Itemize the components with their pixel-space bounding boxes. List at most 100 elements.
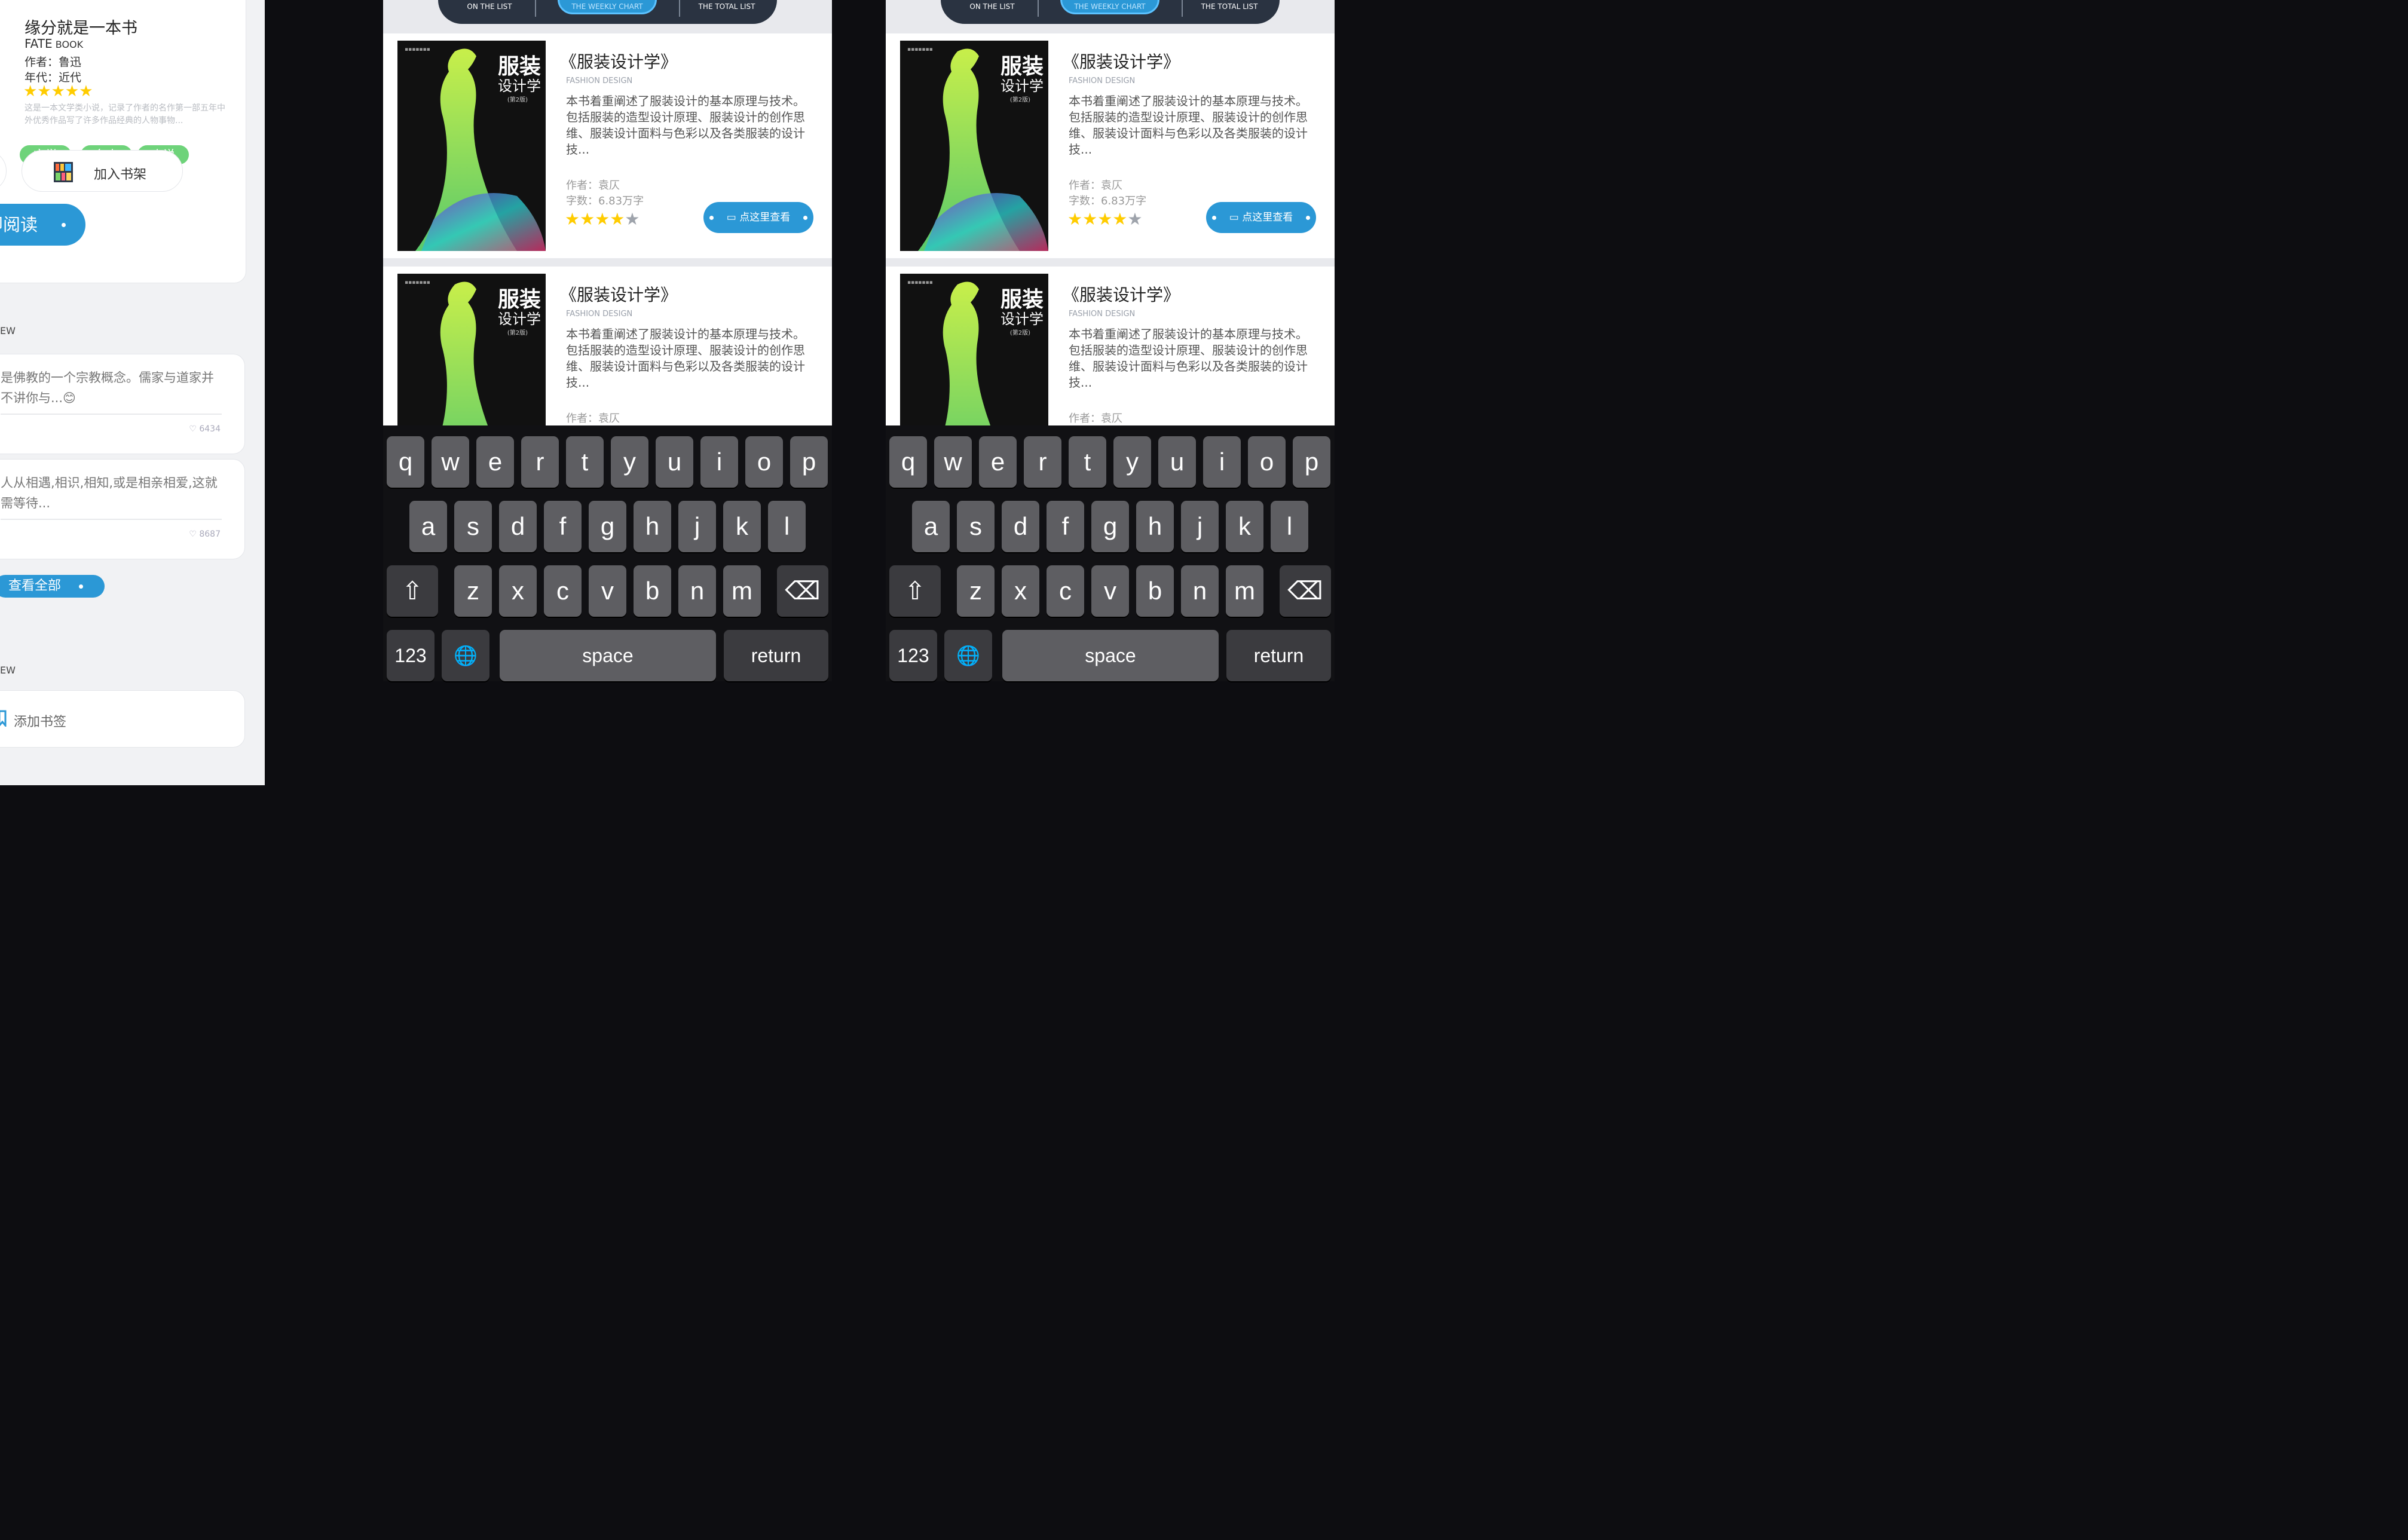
space-key[interactable]: space bbox=[1002, 630, 1219, 681]
review-text: 人从相遇,相识,相知,或是相亲相爱,这就需等待... bbox=[1, 476, 218, 510]
review-card-1[interactable]: 是佛教的一个宗教概念。儒家与道家并不讲你与...😊 ♡ 6434 bbox=[0, 354, 245, 454]
key-y[interactable]: y bbox=[611, 436, 648, 488]
tab-on-the-list[interactable]: ON THE LIST bbox=[950, 2, 1034, 11]
view-here-label: 点这里查看 bbox=[1242, 212, 1293, 224]
key-s[interactable]: s bbox=[957, 501, 995, 552]
globe-key[interactable]: 🌐 bbox=[944, 630, 992, 681]
key-n[interactable]: n bbox=[678, 565, 716, 617]
book-list-item[interactable]: ▪▪▪▪▪▪▪ 服装 设计学 (第2版) 《服装设计学》 FASHION DES… bbox=[383, 33, 832, 261]
read-now-button[interactable]: 立即阅读 bbox=[0, 204, 85, 246]
add-to-shelf-button[interactable]: 加入书架 bbox=[22, 150, 183, 192]
secondary-button-partial[interactable] bbox=[0, 150, 7, 192]
key-d[interactable]: d bbox=[1002, 501, 1039, 552]
key-h[interactable]: h bbox=[634, 501, 671, 552]
key-t[interactable]: t bbox=[566, 436, 604, 488]
key-o[interactable]: o bbox=[1248, 436, 1286, 488]
key-c[interactable]: c bbox=[1047, 565, 1084, 617]
review-divider bbox=[1, 414, 222, 415]
key-x[interactable]: x bbox=[1002, 565, 1039, 617]
keyboard-2: q w e r t y u i o p a s d f g h j k l ⇧ … bbox=[886, 425, 1335, 681]
book-description: 本书着重阐述了服装设计的基本原理与技术。包括服装的造型设计原理、服装设计的创作思… bbox=[1069, 94, 1308, 157]
key-w[interactable]: w bbox=[432, 436, 469, 488]
review-likes[interactable]: ♡ 8687 bbox=[189, 529, 221, 539]
book-cover: ▪▪▪▪▪▪▪ 服装 设计学 (第2版) bbox=[900, 41, 1048, 251]
chart-tabs: ON THE LIST THE WEEKLY CHART THE TOTAL L… bbox=[941, 0, 1280, 24]
key-p[interactable]: p bbox=[1293, 436, 1330, 488]
review-card-2[interactable]: 人从相遇,相识,相知,或是相亲相爱,这就需等待... ♡ 8687 bbox=[0, 459, 245, 559]
book-subtitle: FASHION DESIGN bbox=[1069, 310, 1136, 319]
book-title: 缘分就是一本书 bbox=[25, 19, 137, 38]
view-here-button[interactable]: ▭ 点这里查看 bbox=[1206, 202, 1316, 233]
shift-key[interactable]: ⇧ bbox=[889, 565, 941, 617]
globe-key[interactable]: 🌐 bbox=[442, 630, 489, 681]
key-k[interactable]: k bbox=[723, 501, 761, 552]
tab-total-list[interactable]: THE TOTAL LIST bbox=[1188, 2, 1271, 11]
key-s[interactable]: s bbox=[454, 501, 492, 552]
button-dot-right bbox=[803, 216, 807, 220]
tab-on-the-list[interactable]: ON THE LIST bbox=[448, 2, 531, 11]
key-v[interactable]: v bbox=[589, 565, 626, 617]
book-list-item[interactable]: ▪▪▪▪▪▪▪ 服装 设计学 (第2版) 《服装设计学》 FASHION DES… bbox=[886, 33, 1335, 261]
key-n[interactable]: n bbox=[1181, 565, 1219, 617]
view-here-button[interactable]: ▭ 点这里查看 bbox=[703, 202, 813, 233]
key-l[interactable]: l bbox=[1271, 501, 1308, 552]
key-g[interactable]: g bbox=[1091, 501, 1129, 552]
key-a[interactable]: a bbox=[912, 501, 950, 552]
book-subtitle: FASHION DESIGN bbox=[566, 310, 633, 319]
view-here-label: 点这里查看 bbox=[739, 212, 791, 224]
key-o[interactable]: o bbox=[745, 436, 783, 488]
key-y[interactable]: y bbox=[1113, 436, 1151, 488]
tab-total-list[interactable]: THE TOTAL LIST bbox=[685, 2, 769, 11]
key-p[interactable]: p bbox=[790, 436, 828, 488]
key-b[interactable]: b bbox=[1136, 565, 1174, 617]
book-author: 作者：袁仄 bbox=[566, 412, 620, 425]
key-f[interactable]: f bbox=[544, 501, 582, 552]
key-x[interactable]: x bbox=[499, 565, 537, 617]
key-m[interactable]: m bbox=[723, 565, 761, 617]
key-b[interactable]: b bbox=[634, 565, 671, 617]
key-h[interactable]: h bbox=[1136, 501, 1174, 552]
key-u[interactable]: u bbox=[656, 436, 693, 488]
key-e[interactable]: e bbox=[476, 436, 514, 488]
key-v[interactable]: v bbox=[1091, 565, 1129, 617]
key-e[interactable]: e bbox=[979, 436, 1017, 488]
tab-weekly-chart-label: THE WEEKLY CHART bbox=[571, 2, 643, 11]
key-k[interactable]: k bbox=[1226, 501, 1263, 552]
key-l[interactable]: l bbox=[768, 501, 806, 552]
key-r[interactable]: r bbox=[1024, 436, 1061, 488]
return-key[interactable]: return bbox=[724, 630, 828, 681]
key-u[interactable]: u bbox=[1158, 436, 1196, 488]
numbers-key[interactable]: 123 bbox=[387, 630, 435, 681]
key-j[interactable]: j bbox=[678, 501, 716, 552]
key-i[interactable]: i bbox=[700, 436, 738, 488]
key-w[interactable]: w bbox=[934, 436, 972, 488]
shift-key[interactable]: ⇧ bbox=[387, 565, 438, 617]
key-f[interactable]: f bbox=[1047, 501, 1084, 552]
view-all-button[interactable]: 查看全部 bbox=[0, 575, 105, 598]
key-i[interactable]: i bbox=[1203, 436, 1241, 488]
tab-separator bbox=[1182, 0, 1183, 17]
numbers-key[interactable]: 123 bbox=[889, 630, 937, 681]
key-g[interactable]: g bbox=[589, 501, 626, 552]
delete-key[interactable]: ⌫ bbox=[777, 565, 828, 617]
book-info-card: 缘分就是一本书 FATE BOOK 作者：鲁迅 年代：近代 ★★★★★ 这是一本… bbox=[0, 0, 246, 283]
key-r[interactable]: r bbox=[521, 436, 559, 488]
bookmark-section-label: EW bbox=[0, 665, 16, 676]
key-j[interactable]: j bbox=[1181, 501, 1219, 552]
key-q[interactable]: q bbox=[889, 436, 927, 488]
return-key[interactable]: return bbox=[1226, 630, 1331, 681]
key-q[interactable]: q bbox=[387, 436, 424, 488]
review-likes[interactable]: ♡ 6434 bbox=[189, 424, 221, 434]
delete-key[interactable]: ⌫ bbox=[1280, 565, 1331, 617]
key-z[interactable]: z bbox=[454, 565, 492, 617]
key-t[interactable]: t bbox=[1069, 436, 1106, 488]
key-m[interactable]: m bbox=[1226, 565, 1263, 617]
key-a[interactable]: a bbox=[409, 501, 447, 552]
space-key[interactable]: space bbox=[500, 630, 716, 681]
tab-separator bbox=[679, 0, 680, 17]
key-z[interactable]: z bbox=[957, 565, 995, 617]
add-bookmark-row[interactable]: 添加书签 bbox=[0, 690, 245, 748]
key-c[interactable]: c bbox=[544, 565, 582, 617]
review-section-label: EW bbox=[0, 325, 16, 336]
key-d[interactable]: d bbox=[499, 501, 537, 552]
